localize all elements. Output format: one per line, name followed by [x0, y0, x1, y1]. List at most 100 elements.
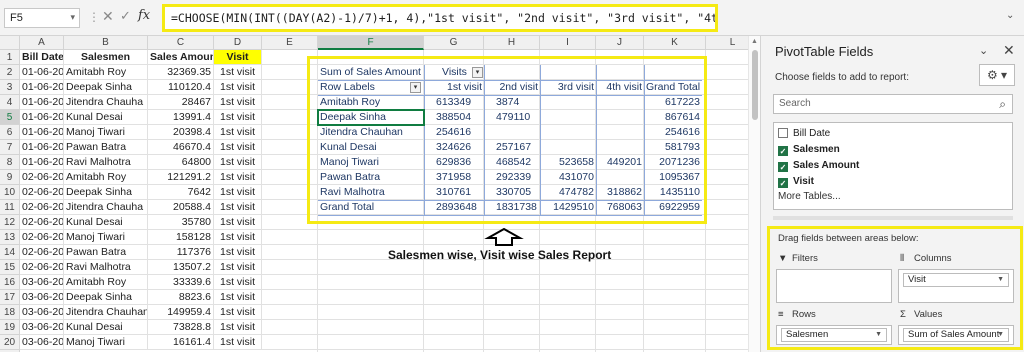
scroll-thumb[interactable] — [752, 50, 758, 120]
data-cell[interactable]: Amitabh Roy — [64, 65, 148, 80]
row-header-1[interactable]: 1 — [0, 50, 20, 65]
data-cell[interactable]: Amitabh Roy — [64, 170, 148, 185]
data-cell[interactable]: 64800 — [148, 155, 214, 170]
data-cell[interactable]: Pawan Batra — [64, 245, 148, 260]
data-cell[interactable]: 117376 — [148, 245, 214, 260]
cell[interactable] — [484, 275, 540, 290]
row-header-5[interactable]: 5 — [0, 110, 20, 125]
data-cell[interactable]: 03-06-2025 — [20, 335, 64, 350]
data-cell[interactable]: 01-06-2025 — [20, 125, 64, 140]
column-header-C[interactable]: C — [148, 36, 214, 50]
row-header-20[interactable]: 20 — [0, 335, 20, 350]
data-cell[interactable]: 1st visit — [214, 140, 262, 155]
data-cell[interactable]: 16161.4 — [148, 335, 214, 350]
cell[interactable] — [644, 275, 706, 290]
column-header-G[interactable]: G — [424, 36, 484, 50]
row-header-16[interactable]: 16 — [0, 275, 20, 290]
data-cell[interactable]: 02-06-2025 — [20, 215, 64, 230]
column-header-E[interactable]: E — [262, 36, 318, 50]
cell[interactable] — [644, 320, 706, 335]
cell[interactable] — [540, 305, 596, 320]
row-header-14[interactable]: 14 — [0, 245, 20, 260]
data-cell[interactable]: 01-06-2025 — [20, 155, 64, 170]
data-cell[interactable]: 1st visit — [214, 230, 262, 245]
cell[interactable] — [644, 260, 706, 275]
data-cell[interactable]: 1st visit — [214, 170, 262, 185]
gear-icon[interactable]: ⚙ ▾ — [979, 64, 1015, 86]
data-cell[interactable]: Jitendra Chauha — [64, 200, 148, 215]
header-cell[interactable]: Sales Amount — [148, 50, 214, 65]
columns-field-pill[interactable]: Visit ▼ — [903, 273, 1009, 287]
data-cell[interactable]: 8823.6 — [148, 290, 214, 305]
data-cell[interactable]: Deepak Sinha — [64, 290, 148, 305]
cell[interactable] — [540, 275, 596, 290]
checkbox-icon[interactable]: ✓ — [778, 178, 788, 188]
data-cell[interactable]: 1st visit — [214, 95, 262, 110]
data-cell[interactable]: 02-06-2025 — [20, 245, 64, 260]
rows-area[interactable]: Salesmen ▼ — [776, 325, 892, 345]
data-cell[interactable]: Jitendra Chauhan — [64, 305, 148, 320]
data-cell[interactable]: 01-06-2025 — [20, 95, 64, 110]
cell[interactable] — [424, 305, 484, 320]
cell[interactable] — [644, 335, 706, 350]
cell[interactable] — [424, 230, 484, 245]
data-cell[interactable]: 1st visit — [214, 155, 262, 170]
chevron-down-icon[interactable]: ▼ — [997, 274, 1004, 286]
select-all-corner[interactable] — [0, 36, 20, 50]
data-cell[interactable]: 149959.4 — [148, 305, 214, 320]
data-cell[interactable]: 03-06-2025 — [20, 320, 64, 335]
column-header-A[interactable]: A — [20, 36, 64, 50]
cell[interactable] — [424, 275, 484, 290]
cell[interactable] — [424, 335, 484, 350]
pane-options-chevron-icon[interactable]: ⌄ — [979, 44, 988, 57]
cell[interactable] — [262, 305, 318, 320]
cell[interactable] — [484, 320, 540, 335]
row-header-10[interactable]: 10 — [0, 185, 20, 200]
enter-icon[interactable]: ✓ — [120, 8, 131, 24]
data-cell[interactable]: 1st visit — [214, 200, 262, 215]
cell[interactable] — [262, 245, 318, 260]
data-cell[interactable]: 33339.6 — [148, 275, 214, 290]
data-cell[interactable]: 1st visit — [214, 65, 262, 80]
data-cell[interactable]: 01-06-2025 — [20, 140, 64, 155]
data-cell[interactable]: 1st visit — [214, 80, 262, 95]
data-cell[interactable]: 158128 — [148, 230, 214, 245]
data-cell[interactable]: 1st visit — [214, 320, 262, 335]
cell[interactable] — [596, 335, 644, 350]
columns-area[interactable]: Visit ▼ — [898, 269, 1014, 303]
cell[interactable] — [596, 320, 644, 335]
more-tables-link[interactable]: More Tables... — [778, 191, 841, 202]
data-cell[interactable]: Manoj Tiwari — [64, 335, 148, 350]
data-cell[interactable]: 1st visit — [214, 125, 262, 140]
chevron-down-icon[interactable]: ▼ — [997, 329, 1004, 341]
expand-formula-icon[interactable]: ⌄ — [1006, 10, 1014, 21]
column-header-H[interactable]: H — [484, 36, 540, 50]
data-cell[interactable]: Manoj Tiwari — [64, 125, 148, 140]
cell[interactable] — [484, 260, 540, 275]
data-cell[interactable]: 1st visit — [214, 260, 262, 275]
row-header-4[interactable]: 4 — [0, 95, 20, 110]
column-header-D[interactable]: D — [214, 36, 262, 50]
cell[interactable] — [318, 320, 424, 335]
cell[interactable] — [318, 230, 424, 245]
data-cell[interactable]: 02-06-2025 — [20, 170, 64, 185]
header-cell[interactable]: Bill Date — [20, 50, 64, 65]
cell[interactable] — [644, 230, 706, 245]
data-cell[interactable]: 110120.4 — [148, 80, 214, 95]
row-header-11[interactable]: 11 — [0, 200, 20, 215]
data-cell[interactable]: 20398.4 — [148, 125, 214, 140]
row-header-17[interactable]: 17 — [0, 290, 20, 305]
data-cell[interactable]: Kunal Desai — [64, 110, 148, 125]
data-cell[interactable]: 7642 — [148, 185, 214, 200]
row-header-7[interactable]: 7 — [0, 140, 20, 155]
cell[interactable] — [484, 335, 540, 350]
header-cell[interactable]: Visit — [214, 50, 262, 65]
data-cell[interactable]: 1st visit — [214, 185, 262, 200]
data-cell[interactable]: Deepak Sinha — [64, 185, 148, 200]
chevron-down-icon[interactable]: ▾ — [70, 12, 75, 23]
cell[interactable] — [644, 290, 706, 305]
data-cell[interactable]: Kunal Desai — [64, 215, 148, 230]
row-header-13[interactable]: 13 — [0, 230, 20, 245]
column-header-F[interactable]: F — [318, 36, 424, 50]
row-header-9[interactable]: 9 — [0, 170, 20, 185]
